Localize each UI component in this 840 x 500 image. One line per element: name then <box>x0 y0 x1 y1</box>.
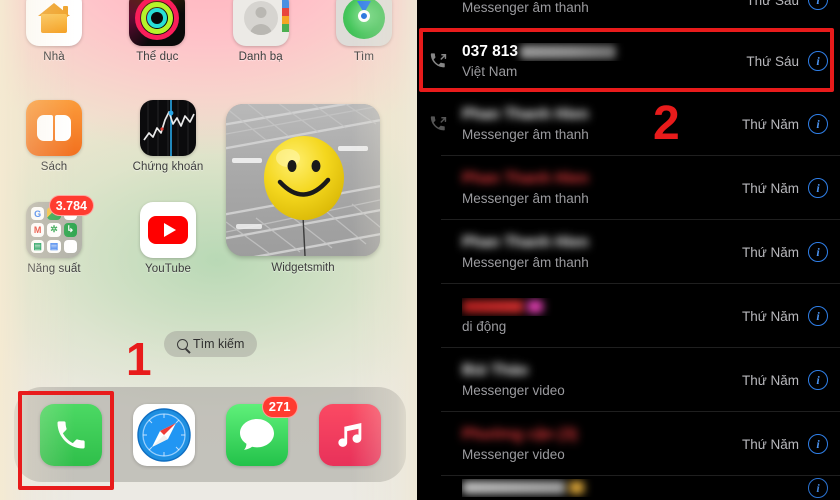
call-row[interactable]: di động Thứ Năm i <box>417 284 840 348</box>
call-row[interactable]: Phường cận (3) Messenger video Thứ Năm i <box>417 412 840 476</box>
mini-icon-docs: ▤ <box>47 239 61 253</box>
call-row-highlighted[interactable]: 037 813 Việt Nam Thứ Sáu i <box>417 30 840 92</box>
app-label: Nhà <box>43 51 65 63</box>
widget-widgetsmith[interactable]: Widgetsmith <box>226 104 380 274</box>
app-row-1: Nhà Thể dục Danh bạ Tìm <box>14 0 404 63</box>
call-subtitle: Messenger âm thanh <box>462 0 589 15</box>
call-subtitle: Messenger âm thanh <box>462 127 589 142</box>
call-name <box>462 298 742 316</box>
app-chung-khoan[interactable]: Chứng khoán <box>128 100 208 173</box>
call-name: Phan Thanh Hien <box>462 106 589 123</box>
redacted-name <box>462 481 566 495</box>
app-label: Tìm <box>353 51 375 63</box>
widget-label: Widgetsmith <box>271 262 335 274</box>
call-subtitle: Messenger video <box>462 447 565 462</box>
app-label: Thể dục <box>136 51 179 63</box>
annotation-number-1: 1 <box>126 333 152 385</box>
redacted-name-emoji <box>527 300 543 314</box>
iphone-home-screen: Nhà Thể dục Danh bạ Tìm Sách Chứng khoán… <box>0 0 417 500</box>
app-sach[interactable]: Sách <box>14 100 94 173</box>
search-icon <box>177 338 188 350</box>
call-day: Thứ Sáu <box>746 53 799 69</box>
folder-badge: 3.784 <box>48 195 94 216</box>
call-row[interactable]: i <box>417 476 840 500</box>
app-row-3: G ✓ M ✲ ↳ ▤ ▤ 3.784 Năng suất You <box>14 195 208 275</box>
books-icon[interactable] <box>26 100 82 156</box>
dock: 271 <box>14 387 406 482</box>
call-day: Thứ Năm <box>741 372 799 388</box>
app-youtube[interactable]: YouTube <box>128 202 208 275</box>
call-name <box>462 479 808 497</box>
info-icon[interactable]: i <box>808 478 828 498</box>
info-icon[interactable]: i <box>808 178 828 198</box>
find-my-icon[interactable] <box>335 0 392 46</box>
fitness-rings-icon[interactable] <box>129 0 186 46</box>
call-row[interactable]: Phan Thanh Hien Messenger âm thanh Thứ N… <box>417 92 840 156</box>
messages-badge: 271 <box>261 395 298 418</box>
app-label: Danh bạ <box>238 51 283 63</box>
call-row[interactable]: Phan Thanh Hien Messenger âm thanh Thứ N… <box>417 156 840 220</box>
mini-icon-google: G <box>31 207 45 221</box>
mini-icon-blank <box>63 239 77 253</box>
call-day: Thứ Năm <box>741 308 799 324</box>
redacted-name-emoji <box>569 481 584 495</box>
app-the-duc[interactable]: Thể dục <box>117 0 197 63</box>
call-name: Bùi Thảo <box>462 362 529 379</box>
outgoing-call-icon <box>430 53 447 68</box>
call-day: Thứ Sáu <box>746 0 799 8</box>
info-icon[interactable]: i <box>808 0 828 10</box>
app-label: Năng suất <box>27 263 81 275</box>
call-name: Phan Thanh Hien <box>462 234 589 251</box>
app-nha[interactable]: Nhà <box>14 0 94 63</box>
call-subtitle: Messenger âm thanh <box>462 255 589 270</box>
call-day: Thứ Năm <box>741 436 799 452</box>
youtube-icon[interactable] <box>140 202 196 258</box>
photo-widget[interactable] <box>226 104 380 256</box>
mini-icon-photos: ✲ <box>47 223 61 237</box>
search-pill[interactable]: Tìm kiếm <box>164 331 258 357</box>
redacted-number <box>520 44 617 59</box>
call-name: 037 813 <box>462 43 746 61</box>
annotation-number-2: 2 <box>653 97 680 150</box>
call-subtitle: Messenger video <box>462 383 565 398</box>
call-name: Phường cận (3) <box>462 426 578 443</box>
info-icon[interactable]: i <box>808 242 828 262</box>
call-day: Thứ Năm <box>741 116 799 132</box>
app-label: Chứng khoán <box>132 161 204 173</box>
app-label: YouTube <box>145 263 191 275</box>
outgoing-call-icon <box>430 116 447 131</box>
call-day: Thứ Năm <box>741 244 799 260</box>
home-icon[interactable] <box>26 0 82 46</box>
recent-calls-list[interactable]: Messenger âm thanh Thứ Sáu i 037 813 Việ… <box>417 0 840 500</box>
music-icon[interactable] <box>318 403 381 466</box>
call-subtitle: Messenger âm thanh <box>462 191 589 206</box>
call-day: Thứ Năm <box>741 180 799 196</box>
info-icon[interactable]: i <box>808 370 828 390</box>
info-icon[interactable]: i <box>808 434 828 454</box>
mini-icon-docs2: ▤ <box>31 239 45 253</box>
search-label: Tìm kiếm <box>193 337 245 351</box>
call-row[interactable]: Messenger âm thanh Thứ Sáu i <box>417 0 840 30</box>
app-label: Sách <box>40 161 68 173</box>
info-icon[interactable]: i <box>808 114 828 134</box>
app-danh-ba[interactable]: Danh bạ <box>221 0 301 63</box>
app-nang-suat[interactable]: G ✓ M ✲ ↳ ▤ ▤ 3.784 Năng suất <box>14 195 94 275</box>
call-name: Phan Thanh Hien <box>462 170 589 187</box>
mini-icon-gmail: M <box>31 223 45 237</box>
mini-icon-keep: ↳ <box>63 223 77 237</box>
info-icon[interactable]: i <box>808 51 828 71</box>
call-subtitle: di động <box>462 319 507 334</box>
safari-icon[interactable] <box>132 403 195 466</box>
info-icon[interactable]: i <box>808 306 828 326</box>
app-row-2: Sách Chứng khoán <box>14 100 208 173</box>
phone-icon[interactable] <box>39 403 102 466</box>
stocks-icon[interactable] <box>140 100 196 156</box>
app-tim[interactable]: Tìm <box>324 0 404 63</box>
call-row[interactable]: Phan Thanh Hien Messenger âm thanh Thứ N… <box>417 220 840 284</box>
redacted-name <box>462 300 524 314</box>
call-row[interactable]: Bùi Thảo Messenger video Thứ Năm i <box>417 348 840 412</box>
contacts-icon[interactable] <box>232 0 289 46</box>
call-subtitle: Việt Nam <box>462 64 518 79</box>
